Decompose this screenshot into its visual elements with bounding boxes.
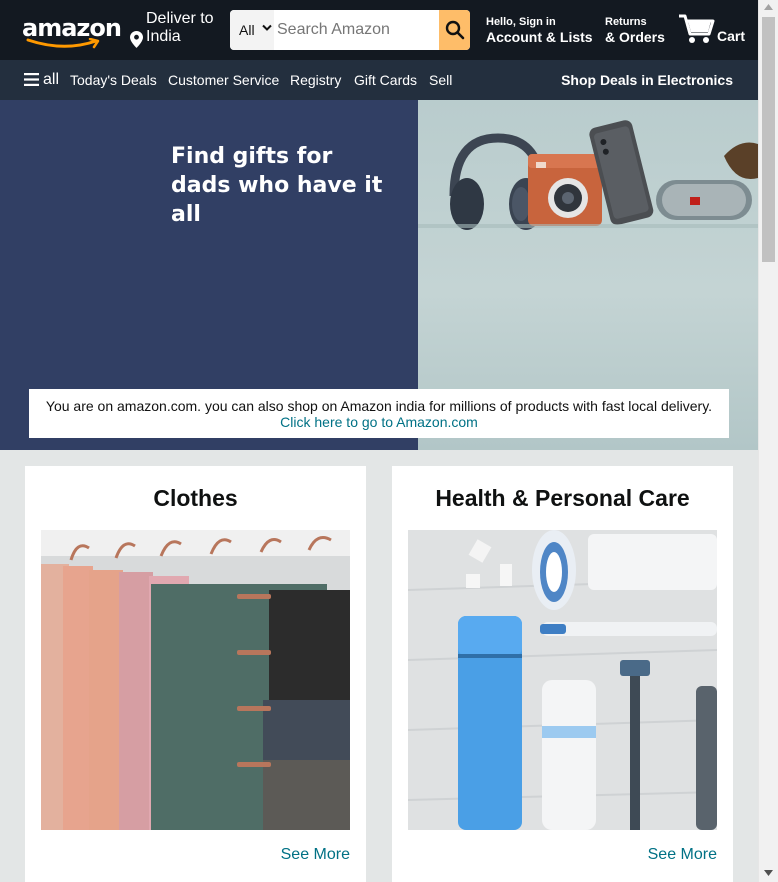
hero-title-line-2: dads who have it all [171,173,383,227]
account-lists-label: Account & Lists [486,29,593,45]
see-more-link[interactable]: See More [281,846,350,864]
scrollbar-thumb[interactable] [762,17,775,262]
logo-smile-icon [26,38,100,49]
deliver-to[interactable]: Deliver to India [128,10,214,48]
returns-label: Returns [605,16,647,28]
category-card-clothes: Clothes See More [25,466,366,882]
nav-registry[interactable]: Registry [290,72,341,88]
secondary-nav: all Today's Deals Customer Service Regis… [0,60,758,100]
search-button[interactable] [439,10,470,50]
locale-notice: You are on amazon.com. you can also shop… [29,389,729,438]
amazon-logo[interactable]: amazon [22,14,122,49]
clothes-image[interactable] [41,530,350,830]
chevron-down-icon [262,24,272,31]
search-input[interactable] [274,10,440,50]
locale-notice-link[interactable]: Click here to go to Amazon.com [280,414,478,430]
hero-title-line-1: Find gifts for [171,144,333,169]
deliver-to-label: Deliver to [146,10,214,27]
search-bar: All [230,10,470,50]
sign-in-greeting: Hello, Sign in [486,16,556,28]
search-category-select[interactable]: All [230,10,274,50]
nav-todays-deals[interactable]: Today's Deals [70,72,157,88]
category-card-health: Health & Personal Care See More [392,466,733,882]
deliver-to-country: India [146,28,181,45]
nav-promo-electronics[interactable]: Shop Deals in Electronics [561,72,733,88]
scroll-down-arrow-icon[interactable] [764,870,773,876]
page-scrollbar[interactable] [758,0,778,882]
search-category-label: All [239,22,255,38]
instant-camera-image [528,154,602,226]
orders-label: & Orders [605,29,665,45]
nav-gift-cards[interactable]: Gift Cards [354,72,417,88]
top-nav: amazon Deliver to India All Hello [0,0,758,60]
personal-care-products-illustration [408,530,717,830]
hamburger-menu-icon [24,73,39,86]
locale-notice-text: You are on amazon.com. you can also shop… [45,398,713,414]
cart-button[interactable]: Cart [678,12,748,50]
all-menu-label: all [43,71,60,88]
cart-label: Cart [717,28,746,44]
cart-icon [679,14,715,43]
card-title: Clothes [153,485,238,511]
returns-orders[interactable]: Returns & Orders [605,16,665,45]
account-lists[interactable]: Hello, Sign in Account & Lists [486,16,593,45]
all-menu-button[interactable]: all [24,71,59,89]
location-pin-icon [130,31,143,48]
search-icon [445,20,465,40]
speaker-image [656,180,752,220]
see-more-link[interactable]: See More [648,846,717,864]
hero-banner[interactable]: Find gifts for dads who have it all You … [0,100,758,450]
health-personal-care-image[interactable] [408,530,717,830]
hanging-scarves-illustration [41,530,350,830]
hero-title: Find gifts for dads who have it all [171,142,418,229]
scroll-up-arrow-icon[interactable] [764,4,773,10]
card-title: Health & Personal Care [435,485,690,511]
nav-sell[interactable]: Sell [429,72,452,88]
nav-customer-service[interactable]: Customer Service [168,72,279,88]
